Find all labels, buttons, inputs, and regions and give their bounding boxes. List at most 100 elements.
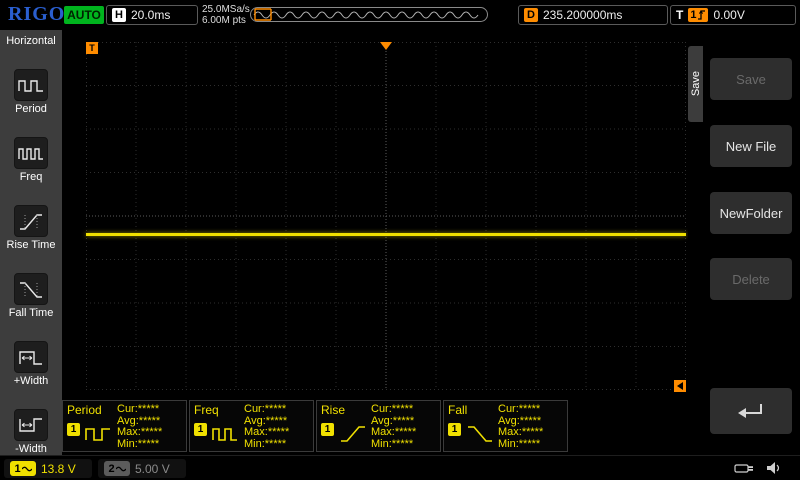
channel-wave-icon (116, 465, 126, 473)
stat-cur: Cur:***** (244, 404, 289, 416)
period-waveform-icon (84, 421, 114, 445)
sidebar-item-label: Period (15, 104, 47, 115)
fall-time-icon (14, 273, 48, 305)
fall-waveform-icon (465, 421, 495, 445)
channel-2-badge: 2 (104, 461, 130, 476)
measurement-stats: Cur:***** Avg:***** Max:***** Min:***** (498, 404, 543, 450)
delay-offset-group: D 235.200000ms (518, 5, 668, 25)
channel-badge: 1 (67, 423, 80, 436)
sidebar-item-rise-time[interactable]: Rise Time (7, 205, 56, 251)
trigger-source-badge: 1 (688, 8, 708, 22)
stat-min: Min:***** (244, 439, 289, 451)
stat-cur: Cur:***** (117, 404, 162, 416)
freq-icon (14, 137, 48, 169)
sidebar-item-label: Rise Time (7, 240, 56, 251)
measure-sidebar: Horizontal Period Freq Rise Time (0, 30, 62, 455)
channel-badge: 1 (448, 423, 461, 436)
trigger-label: T (676, 8, 683, 22)
measurement-readouts: Period 1 Cur:***** Avg:***** Max:***** M… (62, 400, 685, 453)
sidebar-item-plus-width[interactable]: +Width (14, 341, 49, 387)
plus-width-icon (14, 341, 48, 373)
status-bar: 1 13.8 V 2 5.00 V (0, 455, 800, 480)
measurement-panel-rise: Rise 1 Cur:***** Avg:***** Max:***** Min… (316, 400, 441, 452)
new-file-button[interactable]: New File (710, 125, 792, 167)
timebase-value: 20.0ms (131, 8, 170, 22)
measurement-panel-period: Period 1 Cur:***** Avg:***** Max:***** M… (62, 400, 187, 452)
stat-min: Min:***** (498, 439, 543, 451)
measurement-panel-fall: Fall 1 Cur:***** Avg:***** Max:***** Min… (443, 400, 568, 452)
sidebar-item-freq[interactable]: Freq (14, 137, 48, 183)
delay-label: D (524, 8, 538, 22)
back-button[interactable] (710, 388, 792, 434)
channel-badge: 1 (321, 423, 334, 436)
top-bar: RIGOL AUTO H 20.0ms 25.0MSa/s 6.00M pts … (0, 0, 800, 30)
channel-2-number: 2 (108, 463, 114, 475)
return-arrow-icon (734, 398, 768, 424)
channel-2-indicator[interactable]: 2 5.00 V (98, 459, 186, 478)
freq-waveform-icon (211, 421, 241, 445)
sidebar-item-label: Freq (20, 172, 43, 183)
minus-width-icon (14, 409, 48, 441)
sidebar-item-period[interactable]: Period (14, 69, 48, 115)
rising-edge-icon (697, 10, 706, 20)
trigger-status-group: T 1 0.00V (670, 5, 796, 25)
stat-max: Max:***** (117, 427, 162, 439)
horizontal-timebase-group: H 20.0ms (106, 5, 198, 25)
trigger-source-channel: 1 (690, 9, 696, 21)
new-folder-button[interactable]: NewFolder (710, 192, 792, 234)
sample-rate: 25.0MSa/s (202, 4, 250, 15)
delay-value: 235.200000ms (543, 8, 622, 22)
channel-1-scale: 13.8 V (41, 462, 76, 476)
channel-wave-icon (22, 465, 32, 473)
trigger-level-value: 0.00V (713, 8, 744, 22)
usb-icon (734, 461, 756, 475)
memory-depth: 6.00M pts (202, 15, 250, 26)
graticule-grid (86, 42, 686, 390)
menu-tab-save: Save (688, 46, 703, 122)
sidebar-title: Horizontal (6, 30, 56, 47)
measurement-name: Freq (194, 403, 219, 417)
period-icon (14, 69, 48, 101)
stat-cur: Cur:***** (498, 404, 543, 416)
sidebar-item-label: +Width (14, 376, 49, 387)
rise-time-icon (14, 205, 48, 237)
measurement-stats: Cur:***** Avg:***** Max:***** Min:***** (371, 404, 416, 450)
channel-1-indicator[interactable]: 1 13.8 V (4, 459, 92, 478)
trigger-time-marker: T (86, 42, 98, 54)
stat-max: Max:***** (371, 427, 416, 439)
stat-min: Min:***** (371, 439, 416, 451)
measurement-name: Rise (321, 403, 345, 417)
trigger-time-marker-label: T (89, 43, 95, 53)
channel-badge: 1 (194, 423, 207, 436)
oscilloscope-screen: RIGOL AUTO H 20.0ms 25.0MSa/s 6.00M pts … (0, 0, 800, 480)
ch1-trace (86, 233, 686, 236)
delay-sweep-marker (674, 380, 686, 392)
stat-cur: Cur:***** (371, 404, 416, 416)
status-icons (734, 461, 782, 475)
horizontal-label: H (112, 8, 126, 22)
stat-max: Max:***** (498, 427, 543, 439)
run-status-badge: AUTO (64, 6, 104, 24)
trigger-position-marker[interactable] (380, 42, 392, 50)
measurement-panel-freq: Freq 1 Cur:***** Avg:***** Max:***** Min… (189, 400, 314, 452)
softkey-menu: Save Save New File NewFolder Delete (688, 30, 800, 455)
save-button[interactable]: Save (710, 58, 792, 100)
sidebar-item-fall-time[interactable]: Fall Time (9, 273, 54, 319)
sidebar-item-minus-width[interactable]: -Width (14, 409, 48, 455)
channel-2-scale: 5.00 V (135, 462, 170, 476)
waveform-display: T (86, 42, 686, 390)
menu-tab-label: Save (690, 71, 702, 96)
memory-wave-icon (250, 7, 488, 22)
delete-button[interactable]: Delete (710, 258, 792, 300)
measurement-name: Period (67, 403, 102, 417)
channel-1-badge: 1 (10, 461, 36, 476)
stat-max: Max:***** (244, 427, 289, 439)
speaker-icon (766, 461, 782, 475)
sidebar-item-label: Fall Time (9, 308, 54, 319)
measurement-stats: Cur:***** Avg:***** Max:***** Min:***** (117, 404, 162, 450)
measurement-name: Fall (448, 403, 467, 417)
sidebar-item-label: -Width (15, 444, 47, 455)
stat-min: Min:***** (117, 439, 162, 451)
rise-waveform-icon (338, 421, 368, 445)
acquisition-info: 25.0MSa/s 6.00M pts (202, 4, 250, 26)
